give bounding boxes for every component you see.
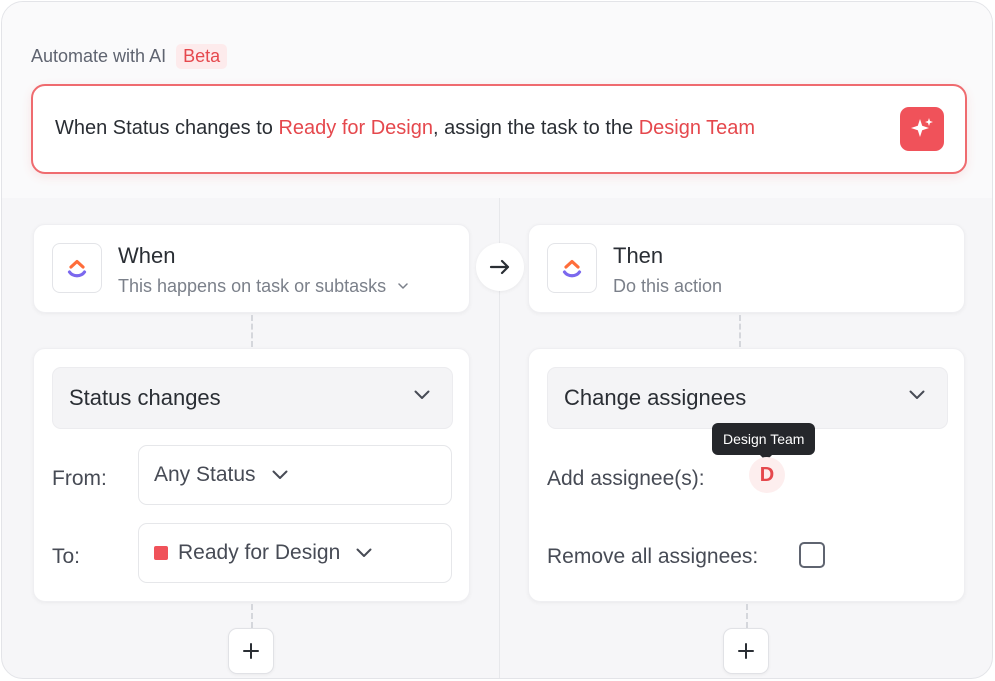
trigger-title: When bbox=[118, 243, 176, 268]
connector-arrow bbox=[476, 243, 524, 291]
arrow-right-icon bbox=[489, 259, 510, 275]
chevron-down-icon bbox=[414, 390, 430, 399]
action-type-value: Change assignees bbox=[564, 385, 747, 410]
action-subtitle: Do this action bbox=[613, 276, 723, 296]
clickup-logo-icon bbox=[562, 259, 582, 278]
automation-panel: Automate with AI Beta When Status change… bbox=[1, 1, 993, 679]
to-status-value: Ready for Design bbox=[178, 541, 341, 564]
trigger-body-card: Status changes From: Any Status To: Read… bbox=[33, 348, 470, 602]
action-connector-line bbox=[739, 315, 741, 347]
action-header-card[interactable]: Then Do this action bbox=[528, 224, 965, 313]
action-body-card: Change assignees Design Team Add assigne… bbox=[528, 348, 965, 602]
chevron-down-icon bbox=[398, 283, 408, 289]
trigger-scope-dropdown[interactable]: This happens on task or subtasks bbox=[118, 276, 408, 297]
clickup-logo-icon bbox=[67, 259, 87, 278]
chevron-down-icon bbox=[272, 470, 288, 479]
trigger-connector-line bbox=[251, 315, 253, 347]
add-assignees-label: Add assignee(s): bbox=[547, 467, 705, 490]
header: Automate with AI Beta bbox=[31, 44, 228, 69]
plus-icon bbox=[243, 643, 259, 659]
add-condition-button[interactable] bbox=[228, 628, 274, 674]
assignee-avatar[interactable]: D bbox=[749, 457, 785, 493]
action-logo bbox=[547, 243, 597, 293]
trigger-add-connector bbox=[251, 604, 253, 628]
to-status-select[interactable]: Ready for Design bbox=[138, 523, 452, 583]
remove-assignees-label: Remove all assignees: bbox=[547, 545, 759, 568]
chevron-down-icon bbox=[356, 548, 372, 557]
prompt-team-highlight: Design Team bbox=[638, 117, 756, 139]
trigger-type-select[interactable]: Status changes bbox=[52, 367, 453, 429]
prompt-status-highlight: Ready for Design bbox=[278, 117, 433, 139]
action-title: Then bbox=[613, 243, 664, 268]
from-status-value: Any Status bbox=[154, 463, 256, 486]
status-color-swatch bbox=[154, 546, 168, 560]
action-add-connector bbox=[746, 604, 748, 628]
trigger-logo bbox=[52, 243, 102, 293]
trigger-subtitle: This happens on task or subtasks bbox=[118, 276, 387, 296]
remove-assignees-checkbox[interactable] bbox=[799, 542, 825, 568]
header-label: Automate with AI bbox=[31, 46, 167, 66]
trigger-type-value: Status changes bbox=[69, 385, 221, 410]
ai-generate-button[interactable] bbox=[900, 107, 944, 151]
beta-badge: Beta bbox=[176, 44, 228, 69]
from-label: From: bbox=[52, 467, 107, 490]
prompt-part-2: , assign the task to the bbox=[433, 117, 639, 139]
add-action-button[interactable] bbox=[723, 628, 769, 674]
sparkle-icon bbox=[911, 118, 933, 137]
assignee-tooltip: Design Team bbox=[712, 423, 816, 455]
plus-icon bbox=[738, 643, 754, 659]
trigger-header-card[interactable]: When This happens on task or subtasks bbox=[33, 224, 470, 313]
from-status-select[interactable]: Any Status bbox=[138, 445, 452, 505]
prompt-part-1: When Status changes to bbox=[55, 117, 279, 139]
ai-prompt-text[interactable]: When Status changes to Ready for Design,… bbox=[55, 117, 755, 140]
chevron-down-icon bbox=[909, 390, 925, 399]
to-label: To: bbox=[52, 545, 81, 568]
ai-prompt-box[interactable]: When Status changes to Ready for Design,… bbox=[31, 84, 967, 174]
action-type-select[interactable]: Change assignees bbox=[547, 367, 948, 429]
